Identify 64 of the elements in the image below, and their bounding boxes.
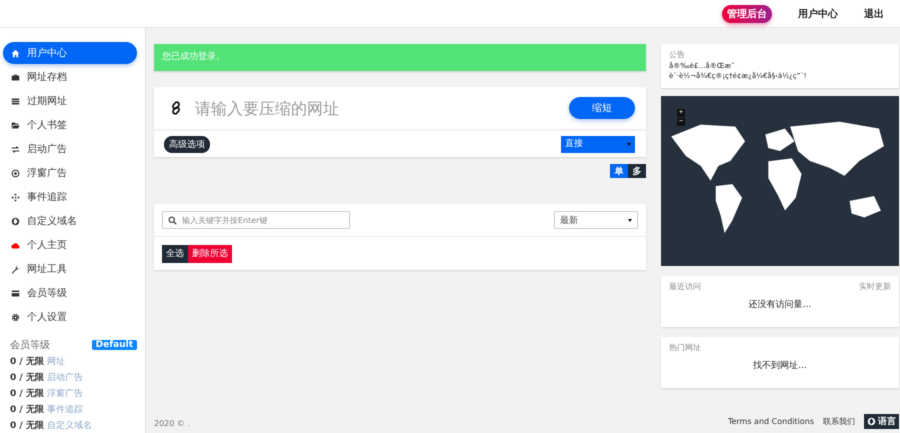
empty-message: 找不到网址... [752, 360, 808, 372]
limit-count: 0 / 无限 [10, 421, 44, 431]
sidebar-item[interactable]: 个人设置 [3, 306, 137, 328]
search-field[interactable]: 输入关键字并按Enter键 [162, 211, 350, 229]
empty-message: 还没有访问量... [748, 298, 812, 311]
move-icon [11, 192, 20, 202]
link-icon [169, 101, 183, 115]
sidebar-item[interactable]: 个人书签 [3, 114, 137, 136]
success-alert: 您已成功登录。 [154, 44, 646, 71]
url-input[interactable]: 请输入要压缩的网址 [193, 98, 569, 118]
limit-count: 0 / 无限 [10, 405, 44, 415]
copyright-text: 2020 © . [154, 419, 191, 428]
sidebar-item[interactable]: 会员等级 [3, 282, 137, 304]
contact-link[interactable]: 联系我们 [823, 416, 855, 427]
plan-title: 会员等级 [10, 339, 50, 352]
terms-link[interactable]: Terms and Conditions [728, 417, 814, 426]
home-icon [11, 48, 20, 58]
limit-count: 0 / 无限 [10, 389, 44, 399]
nav-link[interactable]: 用户中心 [798, 6, 838, 20]
gear-icon [11, 312, 20, 322]
caret-icon [628, 218, 632, 222]
language-button[interactable]: 语言 [864, 414, 899, 429]
sidebar-item[interactable]: 个人主页 [3, 234, 137, 256]
live-update-label: 实时更新 [859, 281, 891, 292]
sidebar-item[interactable]: 浮窗广告 [3, 162, 137, 184]
limit-label: 浮窗广告 [46, 389, 83, 399]
sidebar-item[interactable]: 用户中心 [3, 42, 137, 64]
limit-label: 启动广告 [46, 373, 83, 383]
list-icon [11, 96, 20, 106]
advanced-options-button[interactable]: 高级选项 [164, 136, 210, 152]
admin-badge[interactable]: 管理后台 [722, 4, 772, 22]
plan-badge: Default [92, 340, 137, 350]
shorten-button[interactable]: 缩短 [569, 97, 635, 119]
delete-selected-button[interactable]: 删除所选 [188, 244, 232, 262]
mode-toggle[interactable]: 单 [610, 164, 628, 178]
recent-visits-title: 最近访问 [669, 281, 701, 292]
notice-title: 公告 [669, 49, 686, 60]
cloud-icon [11, 240, 20, 250]
wrench-icon [11, 264, 20, 274]
globe-icon [11, 216, 20, 226]
sidebar-item[interactable]: 网址工具 [3, 258, 137, 280]
target-icon [11, 168, 20, 178]
globe-icon [867, 417, 876, 426]
limit-label: 自定义域名 [46, 421, 92, 431]
case-icon [11, 72, 20, 82]
sidebar-item[interactable]: 过期网址 [3, 90, 137, 112]
sidebar-item[interactable]: 启动广告 [3, 138, 137, 160]
popular-links-title: 热门网址 [669, 342, 702, 353]
sidebar-item[interactable]: 网址存档 [3, 66, 137, 88]
folder-icon [11, 120, 20, 130]
redirect-select[interactable]: 直接 [561, 136, 635, 152]
limit-count: 0 / 无限 [10, 373, 44, 383]
sidebar-item[interactable]: 自定义域名 [3, 210, 137, 232]
swap-icon [11, 144, 20, 154]
limit-label: 事件追踪 [46, 405, 83, 415]
mode-toggle[interactable]: 多 [628, 164, 646, 178]
caret-icon [627, 142, 631, 146]
limit-count: 0 / 无限 [10, 357, 44, 367]
sort-select[interactable]: 最新 [554, 211, 638, 229]
limit-label: 网址 [46, 357, 65, 367]
sidebar-item[interactable]: 事件追踪 [3, 186, 137, 208]
card-icon [11, 288, 20, 298]
nav-link[interactable]: 退出 [864, 6, 884, 20]
select-all-button[interactable]: 全选 [162, 244, 188, 262]
